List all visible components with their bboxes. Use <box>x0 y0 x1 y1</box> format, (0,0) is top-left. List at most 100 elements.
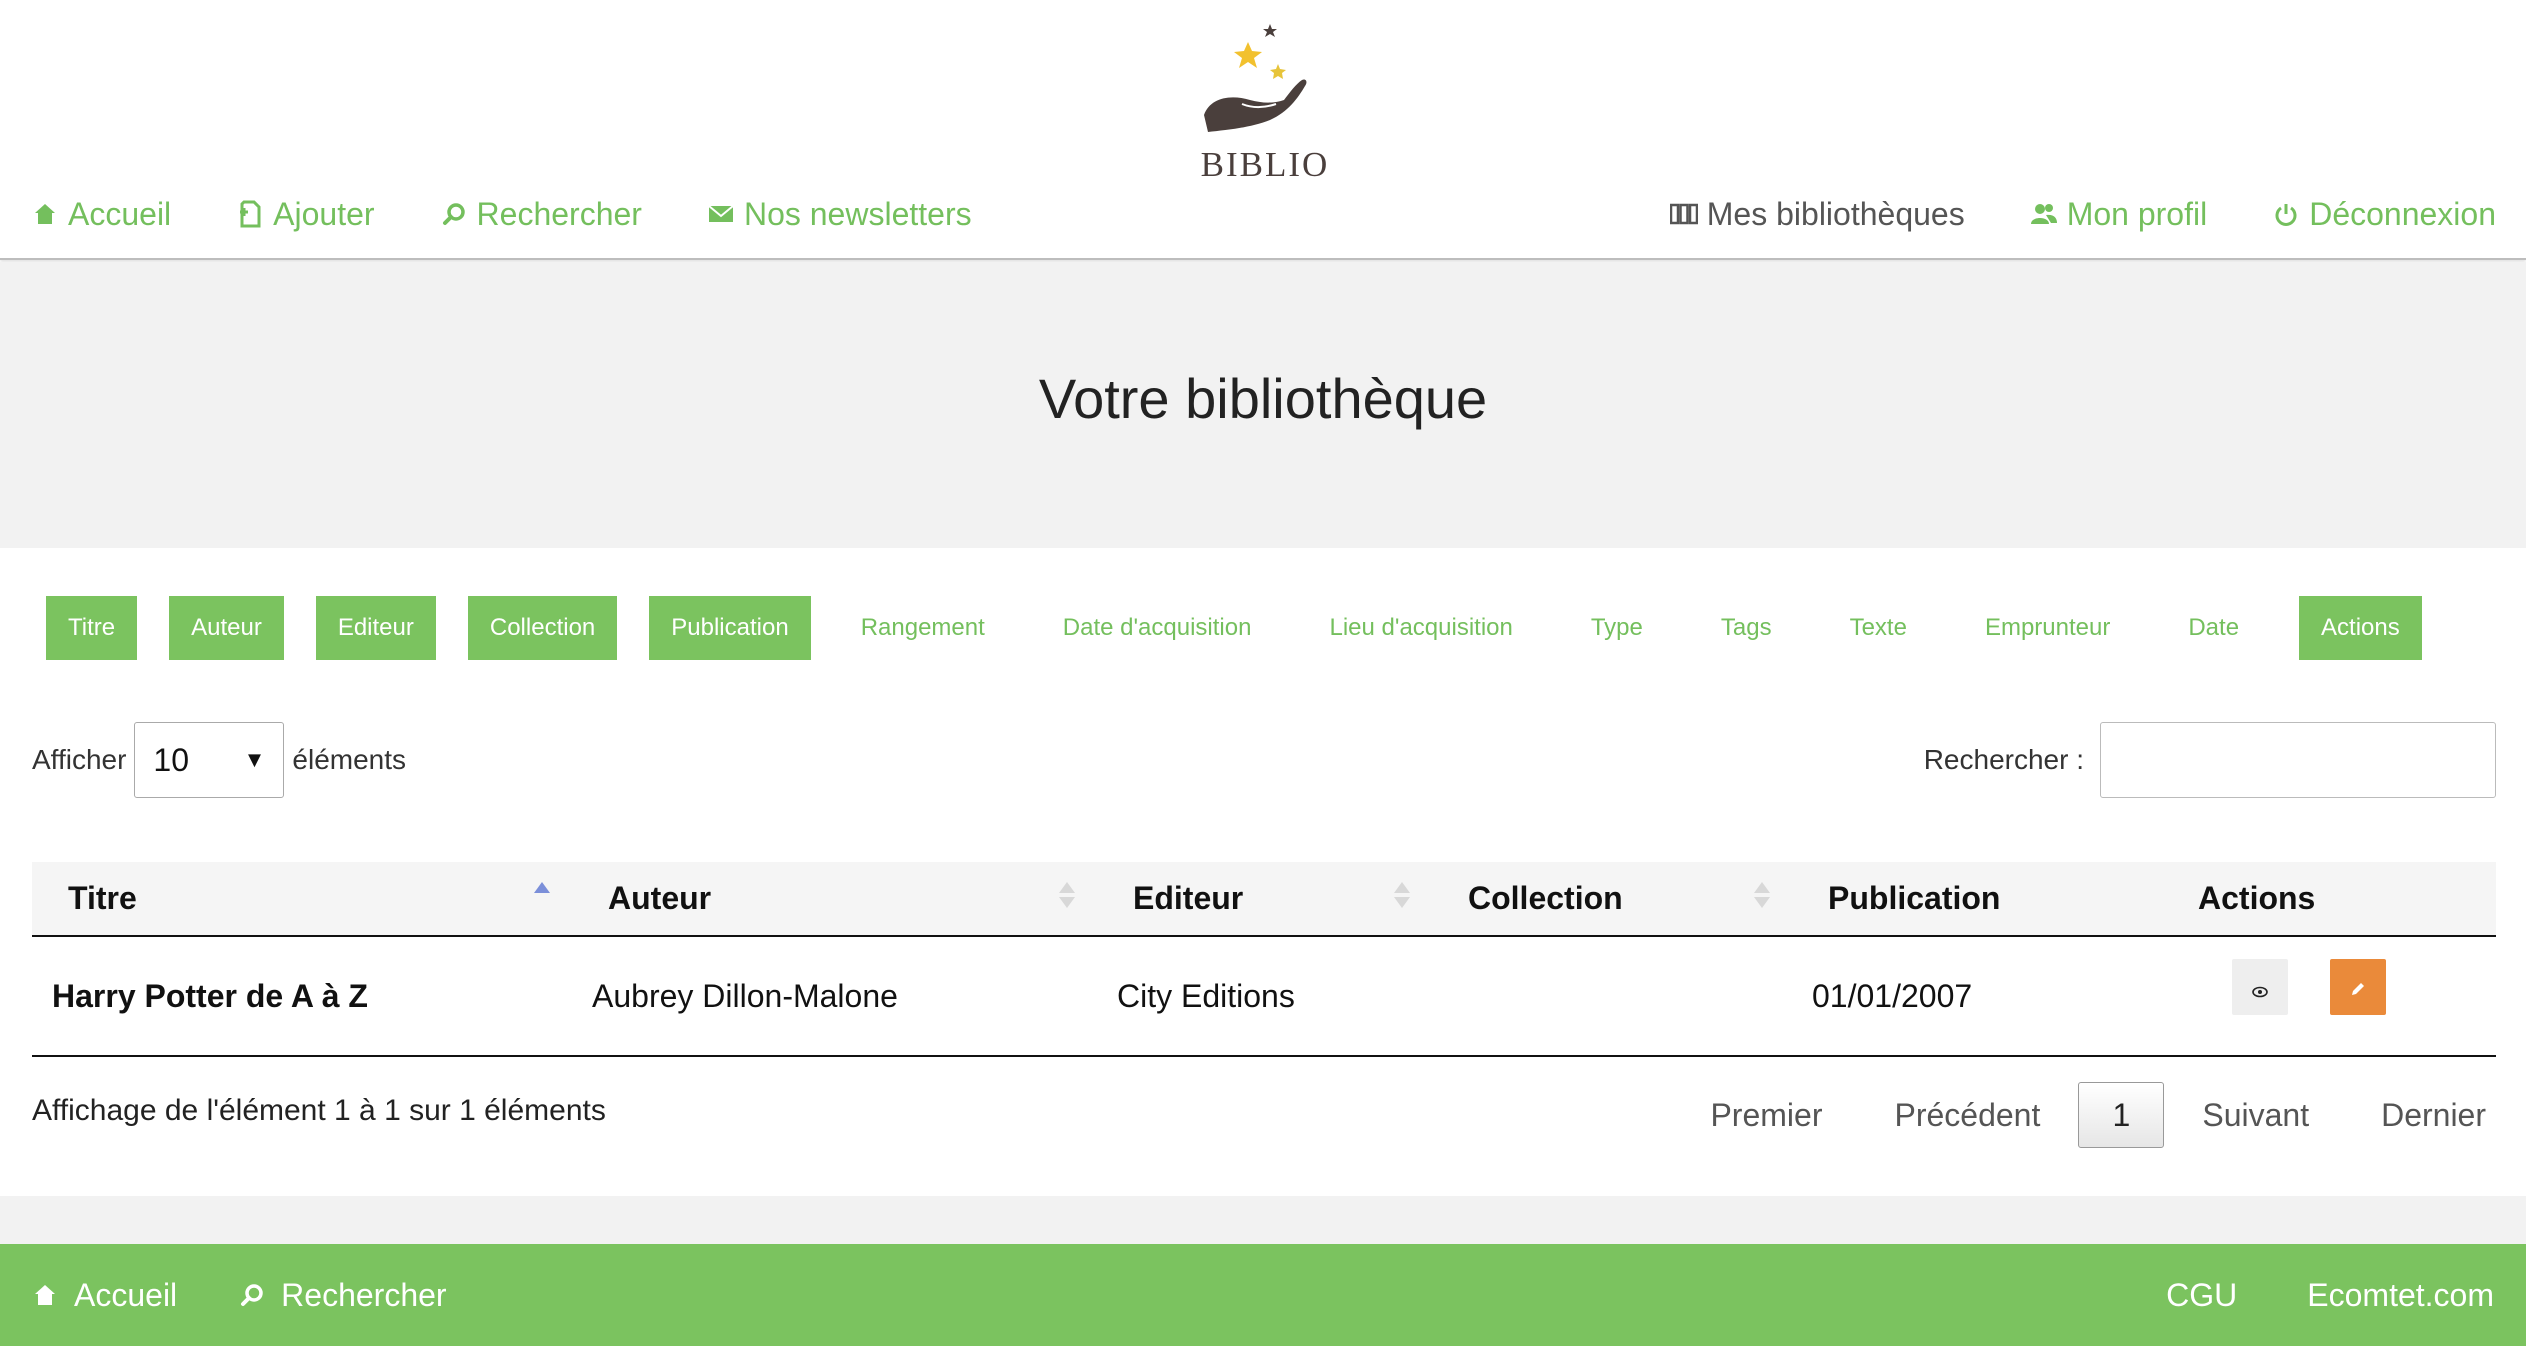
nav-mes-bibliotheques[interactable]: Mes bibliothèques <box>1669 196 1965 233</box>
column-header-actions-label: Actions <box>2198 880 2316 916</box>
footer-accueil[interactable]: Accueil <box>30 1277 177 1314</box>
footer-ecomtet-link[interactable]: Ecomtet.com <box>2307 1277 2494 1314</box>
table-row: Harry Potter de A à Z Aubrey Dillon-Malo… <box>32 936 2496 1057</box>
toggle-type[interactable]: Type <box>1573 596 1661 660</box>
view-button[interactable] <box>2232 959 2288 1015</box>
toggle-collection[interactable]: Collection <box>467 596 618 660</box>
nav-newsletters-label: Nos newsletters <box>743 195 972 232</box>
pencil-icon <box>2349 969 2367 1006</box>
content-bottom-band <box>0 1196 2526 1244</box>
toggle-emprunteur[interactable]: Emprunteur <box>1967 596 2128 660</box>
cell-actions <box>2162 936 2496 1057</box>
nav-deconnexion[interactable]: Déconnexion <box>2271 196 2496 233</box>
toggle-titre[interactable]: Titre <box>46 596 138 660</box>
toggle-actions[interactable]: Actions <box>2299 596 2422 660</box>
toggle-texte[interactable]: Texte <box>1832 596 1925 660</box>
home-icon <box>30 1280 60 1310</box>
column-header-editeur[interactable]: Editeur <box>1097 862 1432 937</box>
sort-icon <box>1754 882 1770 908</box>
power-icon <box>2271 199 2301 229</box>
length-prefix: Afficher <box>32 744 127 775</box>
nav-newsletters[interactable]: Nos newsletters <box>706 196 972 233</box>
toggle-auteur[interactable]: Auteur <box>169 596 284 660</box>
search-input[interactable] <box>2100 722 2496 798</box>
users-icon <box>2029 199 2059 229</box>
nav-accueil-label: Accueil <box>68 195 172 232</box>
footer-nav-left: Accueil Rechercher <box>30 1244 507 1346</box>
caret-down-icon: ▼ <box>243 747 266 772</box>
pagination: Premier Précédent 1 Suivant Dernier <box>1638 1082 2486 1148</box>
mail-icon <box>706 199 736 229</box>
pagination-last[interactable]: Dernier <box>2381 1097 2486 1134</box>
library-table: Titre Auteur Editeur Collection Publicat… <box>32 862 2496 1057</box>
length-suffix: éléments <box>292 744 407 775</box>
column-header-collection[interactable]: Collection <box>1432 862 1792 937</box>
logo-text: BIBLIO <box>1200 145 1330 184</box>
footer-cgu-link[interactable]: CGU <box>2166 1277 2237 1314</box>
nav-deconnexion-label: Déconnexion <box>2309 195 2496 232</box>
nav-rechercher-label: Rechercher <box>476 195 642 232</box>
pagination-first[interactable]: Premier <box>1710 1097 1822 1134</box>
toggle-tags[interactable]: Tags <box>1703 596 1790 660</box>
footer-rechercher-label: Rechercher <box>281 1276 447 1313</box>
sort-icon <box>1394 882 1410 908</box>
page-length-control: Afficher 10 ▼ éléments <box>32 722 406 798</box>
nav-accueil[interactable]: Accueil <box>30 196 171 233</box>
column-header-titre-label: Titre <box>68 880 137 916</box>
column-header-editeur-label: Editeur <box>1133 880 1244 916</box>
search-icon <box>439 199 469 229</box>
eye-icon <box>2252 969 2268 1006</box>
pagination-page-current[interactable]: 1 <box>2078 1082 2165 1148</box>
cell-auteur: Aubrey Dillon-Malone <box>572 936 1097 1057</box>
toggle-lieu-acquisition[interactable]: Lieu d'acquisition <box>1311 596 1530 660</box>
footer-nav-right: CGU Ecomtet.com <box>2096 1244 2494 1346</box>
toggle-publication[interactable]: Publication <box>649 596 811 660</box>
footer-rechercher[interactable]: Rechercher <box>237 1276 447 1314</box>
toggle-date[interactable]: Date <box>2170 596 2257 660</box>
page-length-value: 10 <box>153 741 190 778</box>
edit-button[interactable] <box>2330 959 2386 1015</box>
cell-publication: 01/01/2007 <box>1792 936 2162 1057</box>
nav-ajouter[interactable]: Ajouter <box>235 195 375 233</box>
column-header-publication[interactable]: Publication <box>1792 862 2162 937</box>
column-header-titre[interactable]: Titre <box>32 862 572 937</box>
row-actions <box>2182 959 2496 1015</box>
add-document-icon <box>235 199 265 229</box>
nav-ajouter-label: Ajouter <box>273 195 375 232</box>
page-length-select[interactable]: 10 ▼ <box>134 722 285 798</box>
site-footer: Accueil Rechercher CGU Ecomtet.com <box>0 1244 2526 1346</box>
cell-editeur: City Editions <box>1097 936 1432 1057</box>
column-header-collection-label: Collection <box>1468 880 1623 916</box>
column-header-actions: Actions <box>2162 862 2496 937</box>
biblio-logo[interactable]: BIBLIO <box>1190 20 1340 184</box>
column-header-auteur-label: Auteur <box>608 880 712 916</box>
cell-titre: Harry Potter de A à Z <box>32 936 572 1057</box>
site-header: BIBLIO Accueil Ajouter Rechercher Nos ne… <box>0 0 2526 260</box>
pagination-previous[interactable]: Précédent <box>1894 1097 2040 1134</box>
cell-collection <box>1432 936 1792 1057</box>
toggle-editeur[interactable]: Editeur <box>315 596 436 660</box>
search-icon <box>237 1280 267 1310</box>
nav-mon-profil-label: Mon profil <box>2066 195 2208 232</box>
search-label: Rechercher : <box>1923 744 2084 775</box>
library-table-wrapper: Titre Auteur Editeur Collection Publicat… <box>32 862 2496 1057</box>
column-header-auteur[interactable]: Auteur <box>572 862 1097 937</box>
pagination-next[interactable]: Suivant <box>2202 1097 2309 1134</box>
hand-stars-icon <box>1204 24 1307 132</box>
page-banner: Votre bibliothèque <box>0 262 2526 548</box>
page-title: Votre bibliothèque <box>1038 367 1488 430</box>
nav-rechercher[interactable]: Rechercher <box>439 196 642 233</box>
column-header-publication-label: Publication <box>1828 880 2001 916</box>
table-header-row: Titre Auteur Editeur Collection Publicat… <box>32 862 2496 937</box>
sort-icon <box>1059 882 1075 908</box>
main-nav-right: Mes bibliothèques Mon profil Déconnexion <box>1605 192 2496 236</box>
toggle-rangement[interactable]: Rangement <box>843 596 1003 660</box>
sort-ascending-icon <box>534 882 550 908</box>
nav-mes-bibliotheques-label: Mes bibliothèques <box>1706 195 1965 232</box>
table-search: Rechercher : <box>1924 722 2496 798</box>
main-nav-left: Accueil Ajouter Rechercher Nos newslette… <box>30 192 1036 236</box>
toggle-date-acquisition[interactable]: Date d'acquisition <box>1045 596 1270 660</box>
footer-accueil-label: Accueil <box>74 1276 178 1313</box>
nav-mon-profil[interactable]: Mon profil <box>2029 195 2208 233</box>
table-info: Affichage de l'élément 1 à 1 sur 1 éléme… <box>32 1094 606 1127</box>
